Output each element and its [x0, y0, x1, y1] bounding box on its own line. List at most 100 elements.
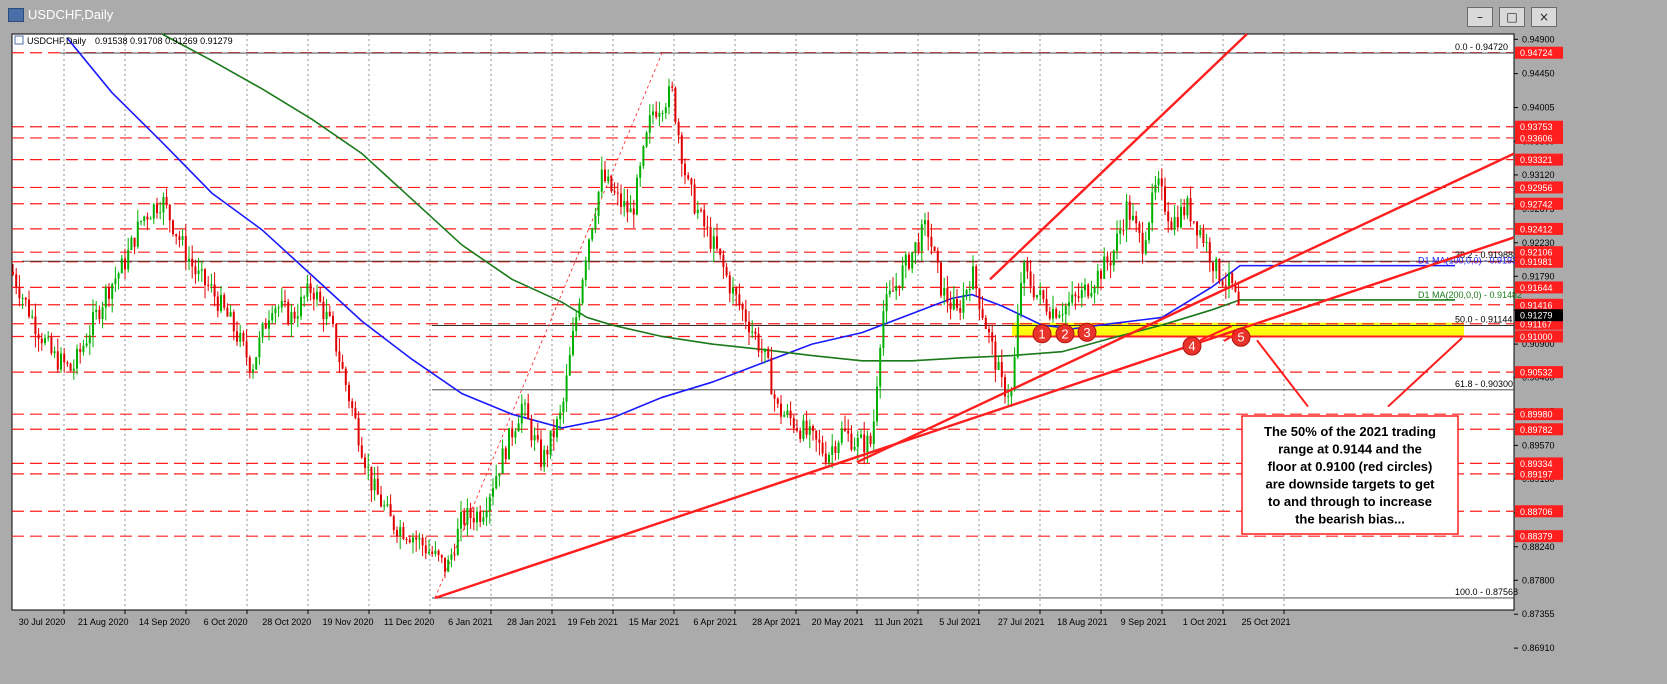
annotation-text: floor at 0.9100 (red circles) — [1268, 459, 1433, 474]
candle-body — [959, 308, 962, 313]
chart-area[interactable]: 30 Jul 2020 21 Aug 2020 14 Sep 2020 6 Oct 2… — [8, 30, 1667, 679]
candle-body — [104, 288, 107, 308]
price-chart[interactable]: 30 Jul 2020 21 Aug 2020 14 Sep 2020 6 Oct 2… — [8, 30, 1667, 679]
candle-body — [661, 112, 664, 114]
candle-body — [1228, 272, 1230, 286]
candle-body — [572, 330, 574, 355]
candle-body — [1045, 299, 1048, 312]
candle-body — [373, 478, 376, 491]
candle-body — [716, 236, 718, 249]
candle-body — [1186, 198, 1189, 216]
close-button[interactable]: × — [1531, 7, 1557, 27]
x-tick-label: 21 Aug 2020 — [78, 617, 129, 627]
candle-body — [408, 539, 411, 543]
candle-body — [620, 193, 622, 207]
candle-body — [40, 338, 43, 344]
candle-body — [728, 275, 731, 294]
candle-body — [424, 545, 427, 554]
candle-body — [287, 301, 290, 324]
candle-body — [63, 353, 66, 363]
candle-body — [479, 511, 482, 522]
candle-body — [684, 163, 686, 176]
target-circle-label: 2 — [1061, 326, 1068, 341]
candle-body — [741, 304, 744, 310]
candle-body — [418, 537, 421, 540]
candle-body — [671, 86, 674, 88]
candle-body — [293, 311, 296, 319]
candle-body — [514, 431, 517, 438]
candle-body — [1080, 290, 1083, 298]
level-tag-label: 0.91000 — [1520, 332, 1553, 342]
candle-body — [1119, 229, 1122, 234]
candle-body — [962, 294, 965, 313]
candle-body — [767, 348, 770, 358]
candle-body — [15, 274, 18, 288]
candle-body — [712, 236, 715, 249]
candle-body — [79, 348, 82, 353]
candle-body — [805, 420, 808, 435]
candle-body — [1141, 232, 1144, 254]
candle-body — [546, 449, 549, 455]
candle-body — [799, 430, 802, 439]
candle-body — [271, 313, 274, 321]
x-tick-label: 19 Nov 2020 — [322, 617, 373, 627]
x-tick-label: 6 Jan 2021 — [448, 617, 493, 627]
candle-body — [1077, 296, 1080, 298]
candle-body — [738, 294, 741, 305]
x-tick-label: 5 Jul 2021 — [939, 617, 981, 627]
candle-body — [296, 316, 299, 319]
level-tag-label: 0.92412 — [1520, 224, 1553, 234]
candle-body — [245, 341, 248, 358]
candle-body — [850, 433, 853, 450]
candle-body — [508, 428, 510, 460]
candle-body — [357, 418, 360, 446]
candle-body — [172, 220, 174, 235]
candle-body — [290, 311, 293, 324]
candle-body — [140, 221, 142, 223]
candle-body — [1100, 270, 1102, 279]
candle-body — [88, 335, 91, 344]
level-tag-label: 0.89782 — [1520, 425, 1553, 435]
candle-body — [50, 337, 53, 354]
candle-body — [431, 551, 434, 554]
candle-body — [114, 278, 117, 284]
level-tag-label: 0.88379 — [1520, 532, 1553, 542]
candle-body — [786, 410, 789, 415]
candle-body — [1196, 221, 1198, 236]
candle-body — [501, 448, 504, 474]
level-tag-label: 0.93321 — [1520, 155, 1553, 165]
candle-body — [972, 266, 974, 290]
y-tick-label: 0.86910 — [1522, 643, 1555, 653]
candle-body — [997, 362, 1000, 370]
candle-body — [943, 287, 946, 296]
candle-body — [540, 439, 542, 467]
minimize-button[interactable]: – — [1467, 7, 1493, 27]
candle-body — [1013, 357, 1016, 391]
candle-body — [754, 331, 757, 334]
candle-body — [933, 246, 936, 251]
candle-body — [450, 554, 453, 560]
candle-body — [485, 510, 488, 518]
x-tick-label: 25 Oct 2021 — [1241, 617, 1290, 627]
x-tick-label: 6 Oct 2020 — [204, 617, 248, 627]
candle-body — [1135, 215, 1138, 224]
candle-body — [952, 299, 955, 310]
fib-label: 61.8 - 0.90300 — [1455, 379, 1513, 389]
maximize-button[interactable]: □ — [1499, 7, 1525, 27]
candle-body — [194, 266, 197, 275]
x-tick-label: 9 Sep 2021 — [1121, 617, 1167, 627]
candle-body — [1221, 281, 1224, 286]
candle-body — [584, 260, 587, 280]
candle-body — [1074, 294, 1077, 297]
candle-body — [184, 236, 187, 261]
candle-body — [332, 315, 334, 324]
x-tick-label: 28 Jan 2021 — [507, 617, 557, 627]
candle-body — [831, 446, 834, 455]
candle-body — [991, 332, 994, 342]
candle-body — [1029, 271, 1032, 287]
candle-body — [1154, 184, 1157, 193]
candle-body — [389, 504, 392, 517]
candle-body — [252, 369, 254, 372]
candle-body — [568, 354, 571, 376]
candle-body — [444, 557, 446, 572]
